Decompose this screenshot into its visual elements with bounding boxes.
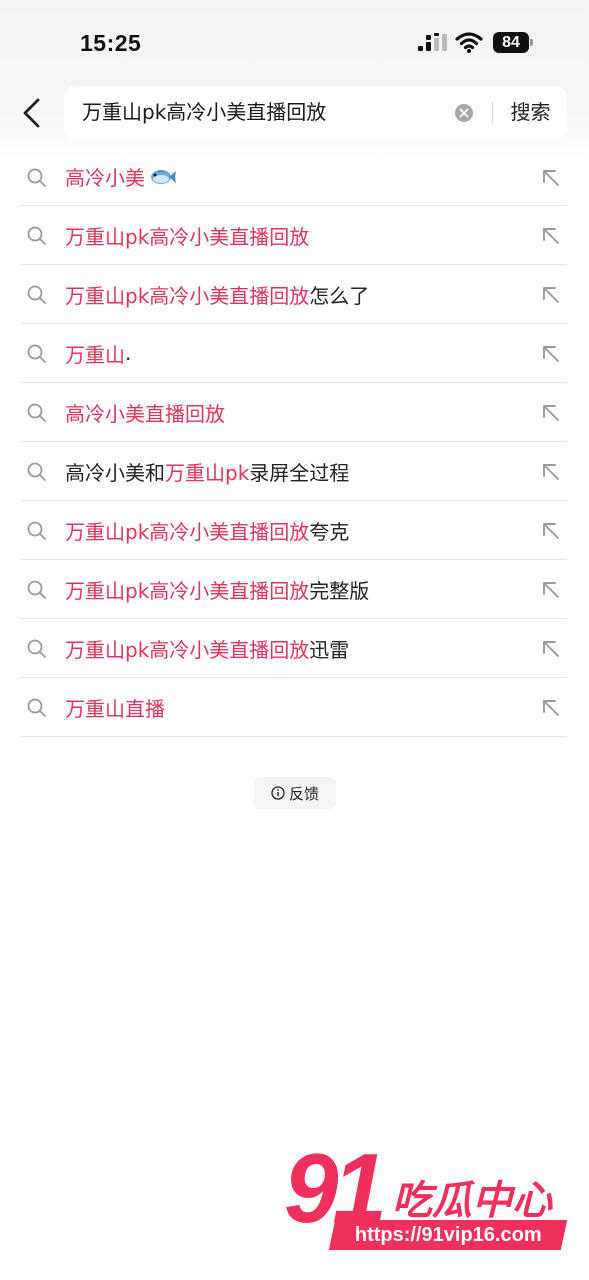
suggestion-text: 高冷小美和 万重山pk 录屏全过程 — [65, 442, 349, 500]
suggestion-text: 万重山pk高冷小美直播回放 夸克 — [65, 501, 349, 559]
search-icon — [27, 462, 46, 481]
watermark-name: 吃瓜中心 — [392, 1178, 553, 1225]
feedback-label: 反馈 — [288, 784, 319, 803]
suggestion-highlight: 万重山pk高冷小美直播回放 — [65, 224, 310, 249]
arrow-up-left-icon[interactable] — [540, 638, 562, 660]
fish-icon — [151, 169, 176, 184]
suggestion-plain: 高冷小美和 — [65, 460, 165, 485]
status-time: 15:25 — [80, 30, 142, 56]
arrow-up-left-icon[interactable] — [540, 579, 562, 601]
arrow-up-left-icon[interactable] — [540, 167, 562, 189]
battery-indicator: 84 — [493, 32, 533, 53]
suggestion-highlight: 万重山 — [65, 342, 125, 367]
info-icon — [271, 786, 285, 800]
suggestion-item[interactable]: 万重山pk高冷小美直播回放 — [21, 206, 567, 265]
suggestion-highlight: 万重山pk高冷小美直播回放 — [65, 578, 310, 603]
suggestion-text: 万重山pk高冷小美直播回放 — [65, 206, 309, 264]
suggestion-text: 高冷小美直播回放 — [65, 383, 225, 441]
suggestion-plain: 迅雷 — [309, 637, 350, 662]
watermark-url: https://91vip16.com — [354, 1223, 542, 1246]
suggestion-highlight: 万重山直播 — [65, 696, 165, 721]
search-icon — [27, 580, 46, 599]
feedback-button[interactable]: 反馈 — [254, 777, 336, 809]
back-button[interactable] — [16, 94, 48, 134]
arrow-up-left-icon[interactable] — [540, 520, 562, 542]
suggestion-highlight: 高冷小美直播回放 — [65, 401, 225, 426]
suggestion-item[interactable]: 万重山pk高冷小美直播回放 完整版 — [21, 560, 567, 619]
search-icon — [27, 344, 46, 363]
search-icon — [27, 521, 46, 540]
suggestion-text: 万重山pk高冷小美直播回放 怎么了 — [65, 265, 369, 323]
search-icon — [27, 639, 46, 658]
suggestion-plain: 夸克 — [309, 519, 350, 544]
watermark-logo: 91 吃瓜中心 https://91vip16.com — [283, 1132, 574, 1260]
arrow-up-left-icon[interactable] — [540, 284, 562, 306]
suggestion-item[interactable]: 高冷小美和 万重山pk 录屏全过程 — [21, 442, 567, 501]
suggestion-highlight: 万重山pk高冷小美直播回放 — [65, 637, 310, 662]
clear-icon[interactable] — [454, 103, 474, 123]
suggestion-highlight: 高冷小美 — [65, 166, 145, 190]
search-button[interactable]: 搜索 — [494, 86, 567, 139]
suggestion-text: 万重山. — [65, 324, 131, 382]
suggestion-item[interactable]: 高冷小美直播回放 — [21, 383, 567, 442]
suggestion-list: 高冷小美 万重山pk高冷小美直播回放 万重山pk高冷小美直播回放 怎么了 万重山. 高冷小… — [21, 148, 567, 737]
suggestion-text: 万重山pk高冷小美直播回放 迅雷 — [65, 619, 349, 677]
suggestion-item[interactable]: 万重山. — [21, 324, 567, 383]
search-icon — [27, 698, 46, 717]
suggestion-item[interactable]: 万重山pk高冷小美直播回放 迅雷 — [21, 619, 567, 678]
search-divider — [492, 102, 493, 124]
arrow-up-left-icon[interactable] — [540, 461, 562, 483]
suggestion-item[interactable]: 万重山pk高冷小美直播回放 夸克 — [21, 501, 567, 560]
search-icon — [27, 226, 46, 245]
search-input[interactable] — [82, 86, 452, 139]
arrow-up-left-icon[interactable] — [540, 225, 562, 247]
wifi-icon — [455, 32, 483, 53]
arrow-up-left-icon[interactable] — [540, 343, 562, 365]
arrow-up-left-icon[interactable] — [540, 697, 562, 719]
search-icon — [27, 403, 46, 422]
battery-cap — [530, 39, 533, 46]
suggestion-plain: . — [125, 341, 132, 365]
search-icon — [27, 285, 46, 304]
watermark-url-banner: https://91vip16.com — [328, 1220, 568, 1250]
suggestion-highlight: 万重山pk — [165, 460, 250, 485]
cellular-signal-icon — [418, 33, 447, 51]
status-bar: 15:25 84 — [0, 0, 589, 80]
arrow-up-left-icon[interactable] — [540, 402, 562, 424]
suggestion-highlight: 万重山pk高冷小美直播回放 — [65, 283, 310, 308]
suggestion-plain: 录屏全过程 — [249, 460, 350, 485]
search-bar: 搜索 — [64, 86, 567, 139]
suggestion-text: 高冷小美 — [65, 148, 177, 205]
battery-level: 84 — [502, 34, 520, 51]
search-icon — [27, 168, 46, 187]
suggestion-highlight: 万重山pk高冷小美直播回放 — [65, 519, 310, 544]
suggestion-plain: 怎么了 — [309, 283, 370, 308]
suggestion-text: 万重山pk高冷小美直播回放 完整版 — [65, 560, 369, 618]
suggestion-text: 万重山直播 — [65, 678, 165, 736]
suggestion-item[interactable]: 万重山pk高冷小美直播回放 怎么了 — [21, 265, 567, 324]
suggestion-item[interactable]: 万重山直播 — [21, 678, 567, 737]
suggestion-item[interactable]: 高冷小美 — [21, 148, 567, 206]
chevron-left-icon — [23, 98, 40, 128]
suggestion-plain: 完整版 — [309, 578, 370, 603]
